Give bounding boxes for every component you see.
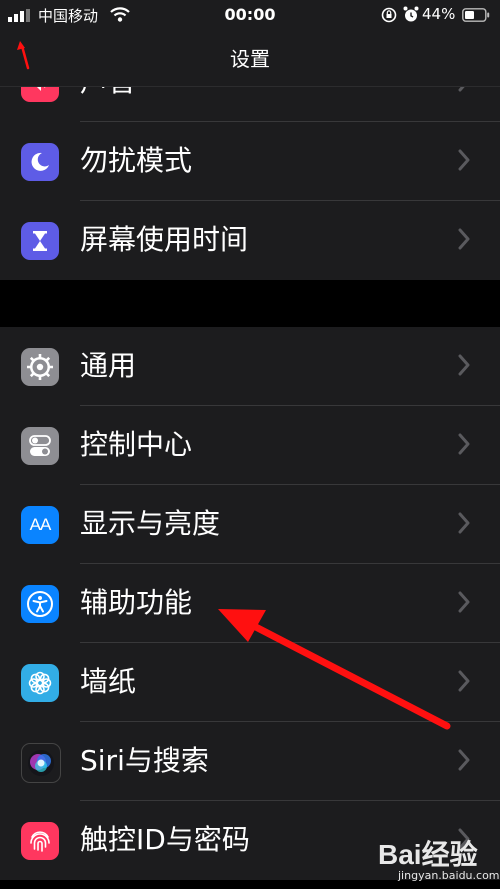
chevron-right-icon xyxy=(458,749,470,771)
fingerprint-icon xyxy=(21,822,59,860)
watermark-site: jingyan.baidu.com xyxy=(398,869,500,882)
settings-row-general[interactable]: 通用 xyxy=(0,327,500,406)
watermark-logo: Bai经验 xyxy=(378,839,478,870)
row-label: 触控ID与密码 xyxy=(80,823,250,856)
nav-bar: 设置 xyxy=(0,30,500,87)
status-bar: 中国移动 00:00 44% xyxy=(0,0,500,30)
settings-row-display-brightness[interactable]: AA 显示与亮度 xyxy=(0,485,500,564)
settings-row-accessibility[interactable]: 辅助功能 xyxy=(0,564,500,643)
settings-row-screen-time[interactable]: 屏幕使用时间 xyxy=(0,201,500,280)
chevron-right-icon xyxy=(458,512,470,534)
accessibility-icon xyxy=(21,585,59,623)
toggles-icon xyxy=(21,427,59,465)
settings-row-wallpaper[interactable]: 墙纸 xyxy=(0,643,500,722)
chevron-right-icon xyxy=(458,149,470,171)
row-label: 辅助功能 xyxy=(80,586,193,619)
row-label: 显示与亮度 xyxy=(80,507,221,540)
alarm-icon xyxy=(403,6,419,22)
rotation-lock-icon xyxy=(381,7,397,23)
row-label: 通用 xyxy=(80,349,137,382)
moon-icon xyxy=(21,143,59,181)
chevron-right-icon xyxy=(458,228,470,250)
chevron-right-icon xyxy=(458,354,470,376)
chevron-right-icon xyxy=(458,433,470,455)
settings-group-2: 通用 控制中心 AA 显示与亮度 辅助功能 墙纸 Siri与搜索 触控ID与密码 xyxy=(0,327,500,880)
hourglass-icon xyxy=(21,222,59,260)
siri-icon xyxy=(21,743,61,783)
row-label: 勿扰模式 xyxy=(80,144,193,177)
row-label: 屏幕使用时间 xyxy=(80,223,249,256)
settings-row-control-center[interactable]: 控制中心 xyxy=(0,406,500,485)
baidu-jingyan-watermark: Bai经验 jingyan.baidu.com xyxy=(378,833,500,882)
settings-row-do-not-disturb[interactable]: 勿扰模式 xyxy=(0,122,500,201)
chevron-right-icon xyxy=(458,670,470,692)
row-label: 墙纸 xyxy=(80,665,137,698)
battery-percent: 44% xyxy=(422,5,456,23)
gear-icon xyxy=(21,348,59,386)
flower-icon xyxy=(21,664,59,702)
text-size-glyph: AA xyxy=(29,515,52,534)
row-label: Siri与搜索 xyxy=(80,744,209,777)
row-label: 控制中心 xyxy=(80,428,193,461)
battery-icon xyxy=(462,8,490,22)
settings-row-siri-search[interactable]: Siri与搜索 xyxy=(0,722,500,801)
page-title: 设置 xyxy=(230,47,270,71)
text-size-icon: AA xyxy=(21,506,59,544)
chevron-right-icon xyxy=(458,591,470,613)
